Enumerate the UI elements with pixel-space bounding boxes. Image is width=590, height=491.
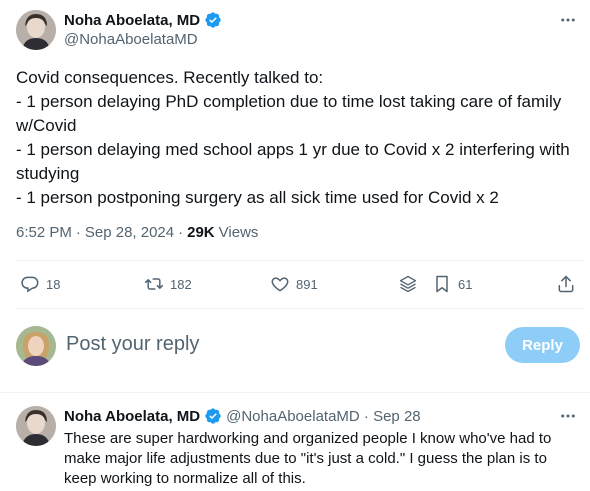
more-icon: [561, 414, 575, 418]
author-name-text: Noha Aboelata, MD: [64, 11, 201, 29]
tweet-date[interactable]: Sep 28, 2024: [85, 224, 174, 241]
tweet-line: - 1 person delaying med school apps 1 yr…: [16, 140, 575, 183]
like-count: 891: [296, 276, 318, 292]
reply-count: 18: [46, 276, 61, 292]
verified-badge-icon: [205, 408, 221, 424]
tweet-meta: 6:52 PM · Sep 28, 2024 · 29K Views: [16, 224, 258, 241]
reply-composer-input[interactable]: Post your reply: [66, 333, 199, 356]
meta-separator: ·: [75, 224, 81, 241]
share-icon: [558, 275, 574, 293]
more-icon: [561, 18, 575, 22]
divider: [0, 392, 590, 393]
tweet-line: - 1 person postponing surgery as all sic…: [16, 188, 499, 207]
tweet-text: Covid consequences. Recently talked to: …: [16, 66, 584, 210]
views-count: 29K: [187, 224, 215, 241]
bookmark-button[interactable]: 61: [432, 274, 472, 294]
reply-icon: [21, 276, 39, 293]
reply-author-name[interactable]: Noha Aboelata, MD: [64, 408, 200, 425]
reply-author-avatar[interactable]: [16, 406, 56, 446]
share-button[interactable]: [556, 274, 576, 294]
author-name[interactable]: Noha Aboelata, MD: [64, 10, 222, 30]
reply-header: Noha Aboelata, MD @NohaAboelataMD · Sep …: [64, 406, 421, 426]
reply-button[interactable]: 18: [20, 274, 60, 294]
like-button[interactable]: 891: [270, 274, 318, 294]
repost-icon: [144, 278, 164, 290]
author-avatar[interactable]: [16, 10, 56, 50]
verified-badge-icon: [205, 12, 221, 28]
avatar-image: [16, 406, 56, 446]
action-bar: 18 182 891 61: [16, 262, 584, 308]
author-handle[interactable]: @NohaAboelataMD: [64, 31, 198, 48]
current-user-avatar[interactable]: [16, 326, 56, 366]
bookmark-icon: [436, 275, 448, 293]
tweet-line: Covid consequences. Recently talked to:: [16, 68, 324, 87]
avatar-image: [16, 326, 56, 366]
reply-more-options-button[interactable]: [558, 406, 578, 426]
more-options-button[interactable]: [558, 10, 578, 30]
tweet-time[interactable]: 6:52 PM: [16, 224, 72, 241]
stack-button[interactable]: [398, 274, 418, 294]
meta-separator: ·: [178, 224, 184, 241]
divider: [16, 260, 584, 261]
stack-icon: [399, 275, 417, 293]
views-label: Views: [218, 224, 259, 241]
repost-button[interactable]: 182: [144, 274, 192, 294]
bookmark-count: 61: [458, 276, 473, 292]
tweet-line: - 1 person delaying PhD completion due t…: [16, 92, 566, 135]
repost-count: 182: [170, 276, 192, 292]
reply-text: These are super hardworking and organize…: [64, 430, 552, 487]
reply-submit-button[interactable]: Reply: [505, 327, 580, 363]
like-icon: [271, 277, 289, 292]
divider: [16, 308, 584, 309]
avatar-image: [16, 10, 56, 50]
reply-meta[interactable]: @NohaAboelataMD · Sep 28: [226, 408, 421, 425]
